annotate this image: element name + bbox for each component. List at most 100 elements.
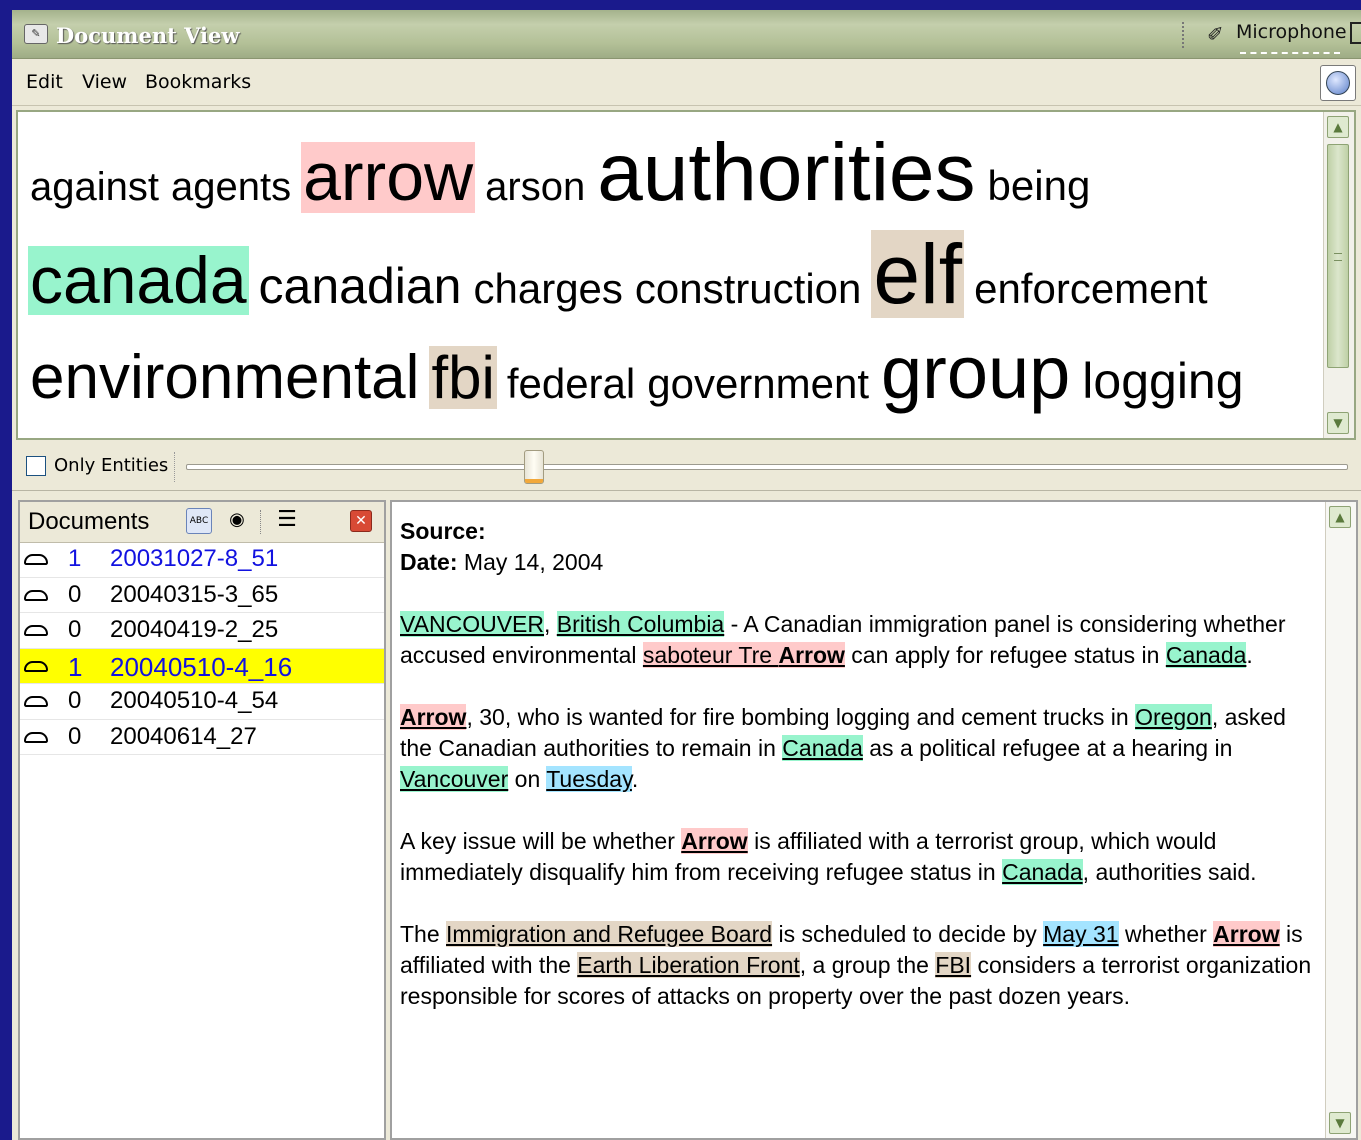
close-icon[interactable]: ✕ [350,510,372,532]
cloud-word-government[interactable]: government [645,361,871,406]
entity-link[interactable]: Arrow [1213,921,1280,947]
only-entities-checkbox[interactable] [26,456,46,476]
cloud-icon[interactable] [24,589,48,601]
toolbar-grip[interactable] [1182,22,1190,48]
document-row[interactable]: 1 20031027-8_51 [20,542,384,578]
cloud-icon[interactable] [24,696,48,707]
text-scroll-up-button[interactable]: ▲ [1329,506,1351,528]
cloud-word-arrow[interactable]: arrow [301,141,476,214]
cloud-word-fbi[interactable]: fbi [429,346,497,409]
documents-panel: Documents ABC ◉ ☰ ✕ 1 20031027-8_51 0 20040… [18,500,386,1140]
word-cloud-row: environmental fbi federal government group lo… [28,334,1254,412]
word-cloud-row: against agents arrow arson authorities being [28,129,1100,216]
article-text: is scheduled to decide by [772,921,1044,947]
globe-button[interactable] [1320,65,1356,101]
document-count: 0 [68,722,82,750]
entity-link[interactable]: Vancouver [400,766,509,792]
cloud-word-authorities[interactable]: authorities [595,129,977,216]
entity-link[interactable]: VANCOUVER [400,611,544,637]
threshold-slider-track[interactable] [186,464,1348,470]
microphone-label[interactable]: Microphone [1236,21,1347,43]
menu-edit[interactable]: Edit [26,71,63,93]
date-label: Date: [400,549,458,575]
article-text: , authorities said. [1082,859,1257,885]
cloud-word-group[interactable]: group [879,334,1072,412]
article-text: . [1246,642,1253,668]
cloud-word-arson[interactable]: arson [483,166,587,208]
entity-link[interactable]: Canada [1165,642,1247,668]
document-view-window: ✎ Document View ✐ Microphone Edit View B… [12,10,1361,1140]
scroll-up-button[interactable]: ▲ [1327,116,1349,138]
microphone-icon[interactable]: ✐ [1207,22,1224,46]
document-list: 1 20031027-8_51 0 20040315-3_65 0 20040419-2_… [20,542,384,755]
cloud-word-against[interactable]: against [28,166,161,208]
document-id: 20040614_27 [110,722,257,750]
cloud-word-canadian[interactable]: canadian [257,260,464,313]
document-id: 20040419-2_25 [110,616,279,643]
article-text: can apply for refugee status in [844,642,1166,668]
threshold-slider-thumb[interactable] [524,450,544,484]
filter-toolbar: Only Entities [12,442,1361,491]
documents-title: Documents [28,508,150,535]
text-scrollbar[interactable]: ▲ ▼ [1325,502,1356,1138]
cloud-word-elf[interactable]: elf [871,230,965,318]
scroll-down-button[interactable]: ▼ [1327,412,1349,434]
source-line: Source: [400,516,1320,547]
entity-link[interactable]: Arrow [778,642,845,668]
article-paragraphs: VANCOUVER, British Columbia - A Canadian… [400,609,1320,1012]
cloud-word-being[interactable]: being [986,163,1093,208]
cloud-word-federal[interactable]: federal [505,361,637,406]
entity-link[interactable]: Earth Liberation Front [577,952,800,978]
cloud-word-enforcement[interactable]: enforcement [972,266,1209,311]
cloud-word-charges[interactable]: charges [472,266,625,311]
app-icon: ✎ [24,24,48,44]
cloud-icon[interactable] [24,731,48,743]
entity-link[interactable]: Oregon [1135,704,1212,730]
cloud-word-agents[interactable]: agents [169,166,293,208]
list-icon[interactable]: ☰ [274,508,300,534]
cloud-icon[interactable] [24,660,48,672]
document-row[interactable]: 0 20040510-4_54 [20,684,384,720]
text-scroll-down-button[interactable]: ▼ [1329,1112,1351,1134]
cloud-word-environmental[interactable]: environmental [28,345,421,410]
entity-link[interactable]: Canada [1002,859,1083,885]
article-text: A key issue will be whether [400,828,682,854]
document-text: Source: Date: May 14, 2004 VANCOUVER, Br… [400,516,1320,1012]
eye-icon[interactable]: ◉ [224,508,250,534]
article-text: , a group the [799,952,936,978]
title-bar[interactable]: ✎ Document View ✐ Microphone [12,10,1361,59]
entity-link[interactable]: Immigration and Refugee Board [446,921,773,947]
cloud-word-logging[interactable]: logging [1080,355,1245,408]
toolbar-extra-icon[interactable] [1350,22,1361,44]
article-text: The [400,921,447,947]
document-count: 1 [68,651,83,682]
entity-link[interactable]: British Columbia [556,611,725,637]
entity-link[interactable]: Arrow [400,704,467,730]
menu-view[interactable]: View [82,71,127,93]
cloud-icon[interactable] [24,554,48,565]
document-row[interactable]: 0 20040614_27 [20,720,384,755]
article-paragraph: A key issue will be whether Arrow is aff… [400,826,1320,888]
document-row[interactable]: 0 20040419-2_25 [20,613,384,649]
entity-link[interactable]: Canada [782,735,863,761]
document-count: 0 [68,580,82,608]
entity-link[interactable]: May 31 [1043,921,1119,947]
scroll-thumb[interactable] [1327,144,1349,368]
microphone-indicator [1240,52,1340,56]
document-id: 20040510-4_16 [110,651,293,682]
menu-bookmarks[interactable]: Bookmarks [145,71,251,93]
only-entities-label[interactable]: Only Entities [54,455,168,476]
entity-link[interactable]: FBI [935,952,972,978]
document-row[interactable]: 1 20040510-4_16 [20,648,384,684]
entity-link[interactable]: Tuesday [546,766,632,792]
entity-link[interactable]: saboteur Tre [642,642,779,668]
abc-toggle-icon[interactable]: ABC [186,508,212,534]
word-cloud-scrollbar[interactable]: ▲ ▼ [1323,112,1354,438]
menu-bar: Edit View Bookmarks [12,59,1361,106]
document-row[interactable]: 0 20040315-3_65 [20,578,384,613]
cloud-word-construction[interactable]: construction [633,266,863,311]
cloud-word-canada[interactable]: canada [28,245,249,316]
entity-link[interactable]: Arrow [681,828,748,854]
document-text-panel: Source: Date: May 14, 2004 VANCOUVER, Br… [390,500,1358,1140]
cloud-icon[interactable] [24,625,48,636]
